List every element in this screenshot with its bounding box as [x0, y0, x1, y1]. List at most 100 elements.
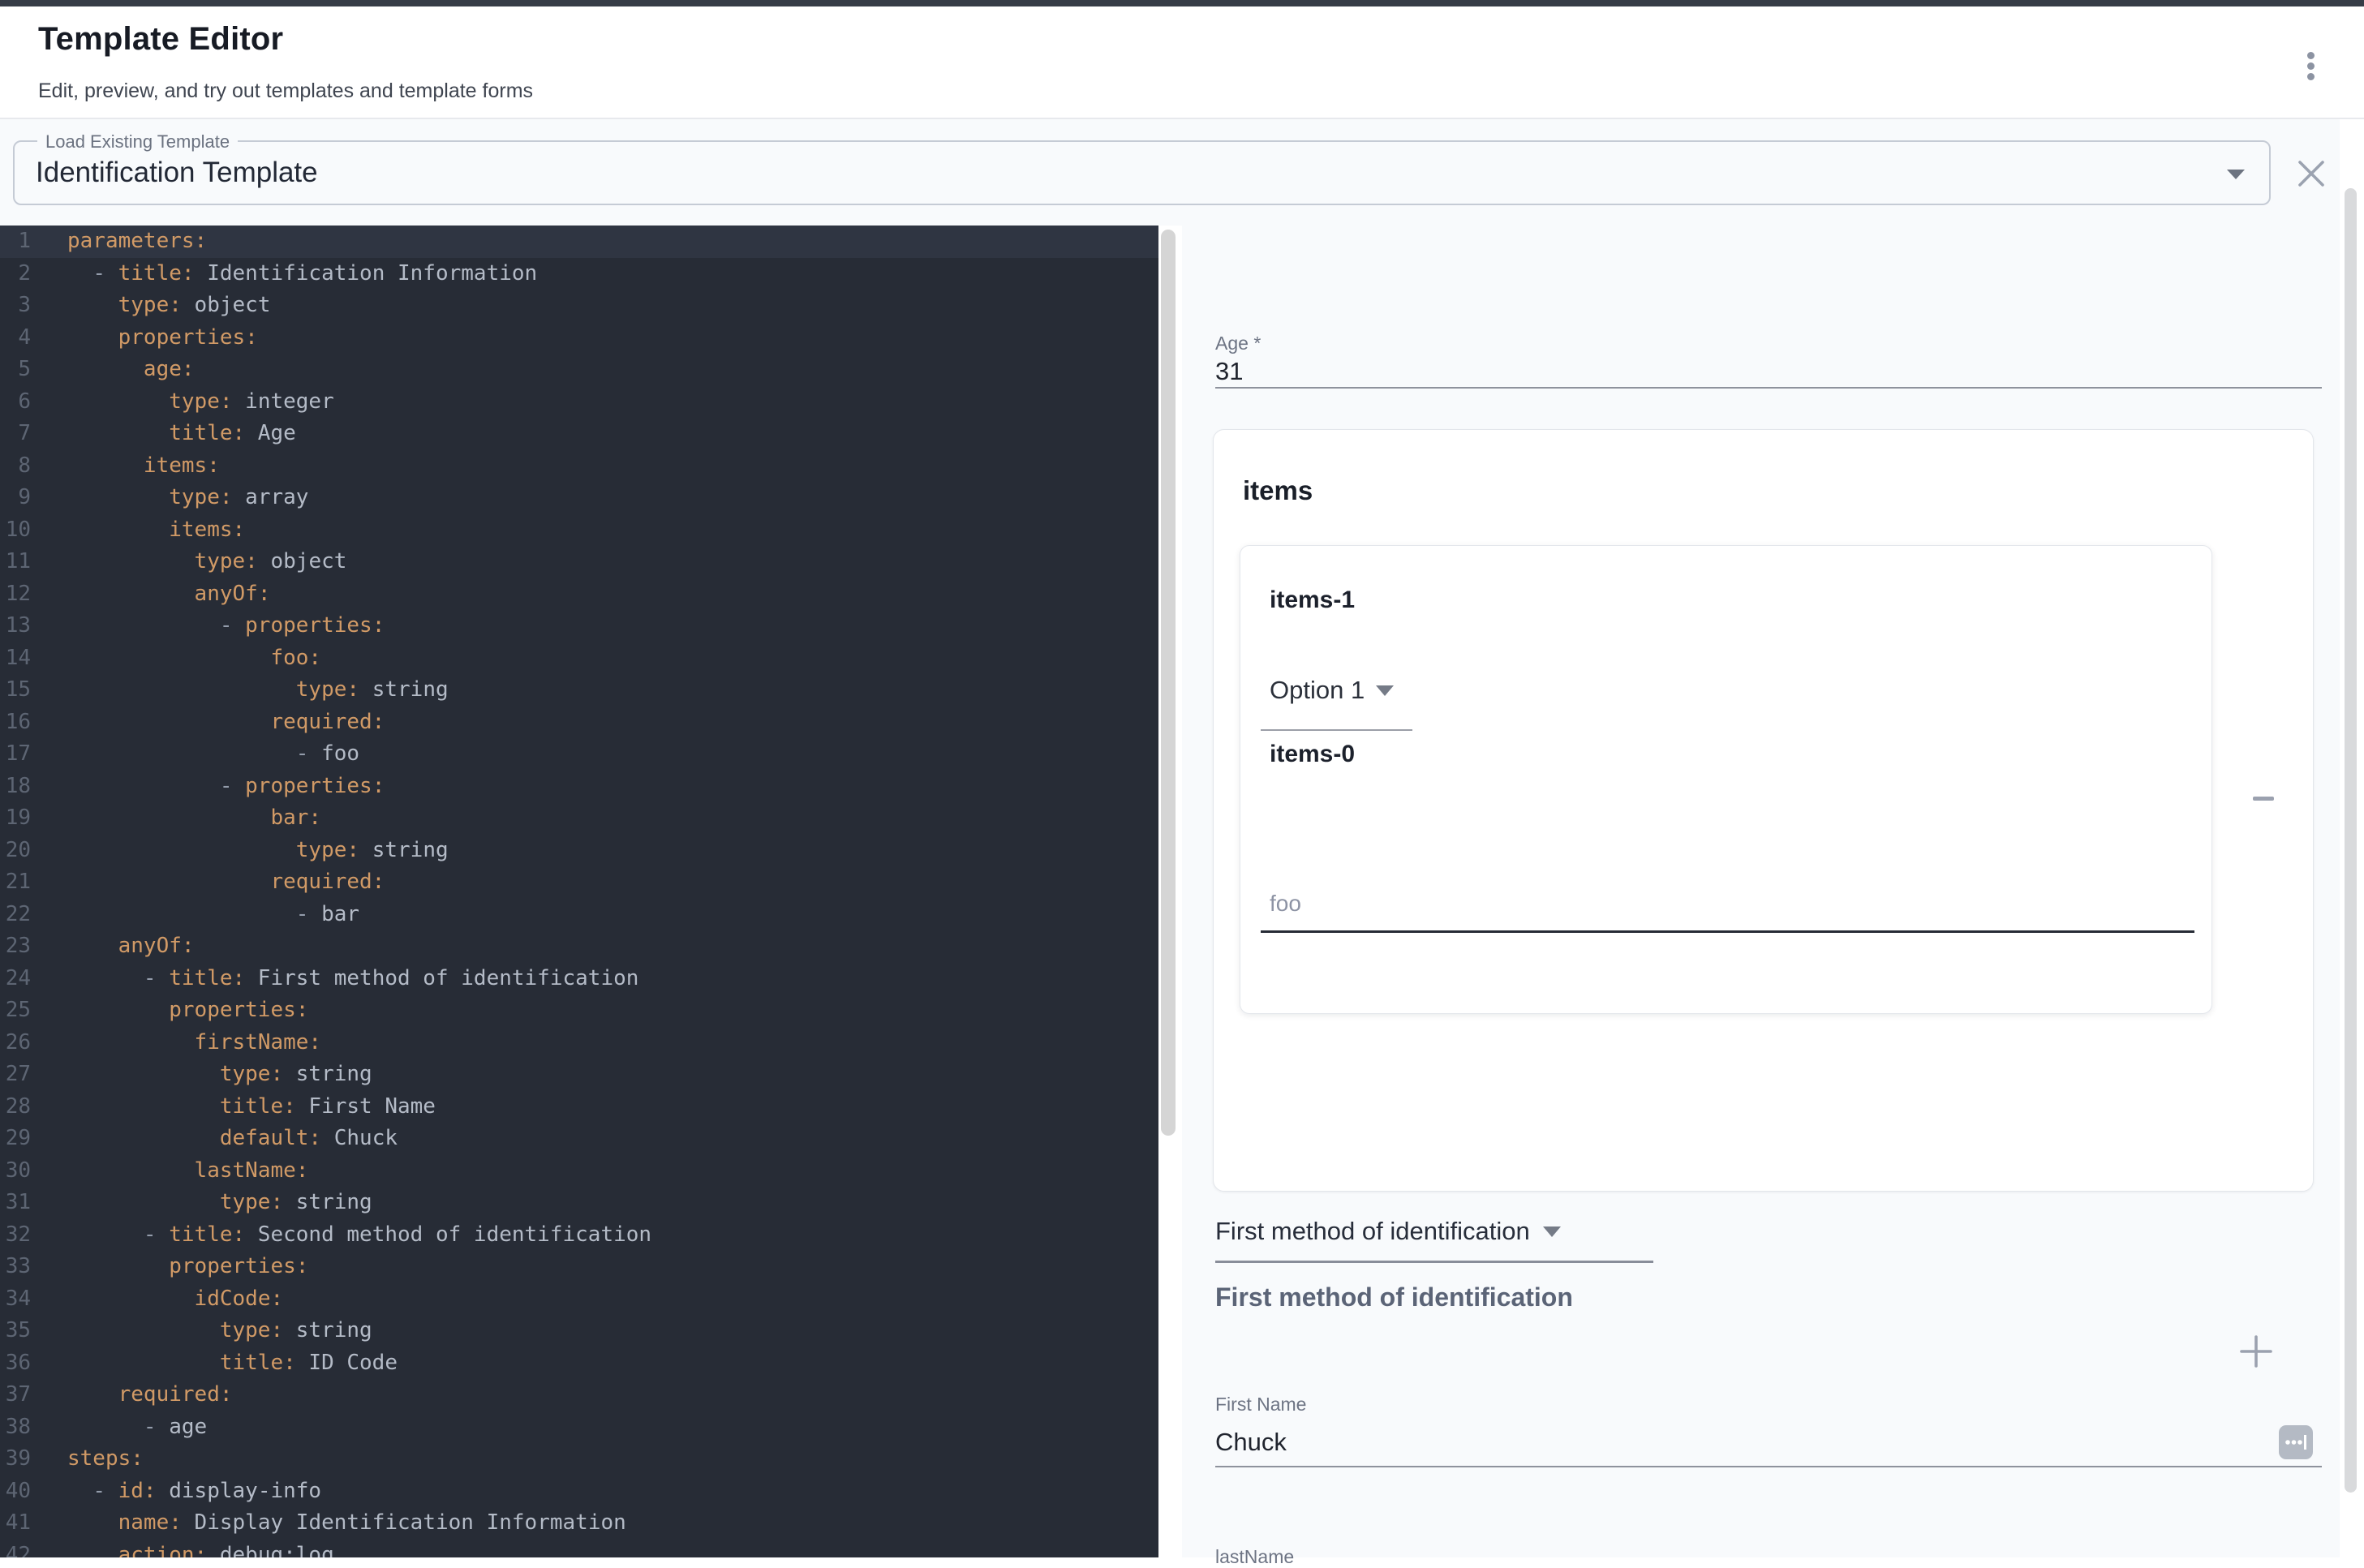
code-line[interactable]: 12 anyOf:	[0, 578, 1158, 611]
foo-input[interactable]	[1261, 883, 2194, 921]
autofill-icon[interactable]	[2279, 1425, 2313, 1459]
code-line[interactable]: 33 properties:	[0, 1251, 1158, 1283]
code-line[interactable]: 7 title: Age	[0, 418, 1158, 450]
code-line[interactable]: 29 default: Chuck	[0, 1123, 1158, 1155]
code-line[interactable]: 30 lastName:	[0, 1155, 1158, 1188]
page-title: Template Editor	[38, 21, 283, 58]
form-preview-pane: Age * 31 items items-1 Option 1 items-0 …	[1182, 226, 2340, 1557]
code-line[interactable]: 25 properties:	[0, 994, 1158, 1027]
code-line[interactable]: 2 - title: Identification Information	[0, 258, 1158, 290]
add-item-button[interactable]	[2237, 1332, 2276, 1371]
line-number: 22	[0, 899, 31, 931]
code-line[interactable]: 15 type: string	[0, 674, 1158, 707]
code-line[interactable]: 39steps:	[0, 1443, 1158, 1476]
code-line[interactable]: 13 - properties:	[0, 610, 1158, 642]
code-line-content: type: string	[31, 1315, 372, 1347]
code-line[interactable]: 14 foo:	[0, 642, 1158, 675]
code-line[interactable]: 17 - foo	[0, 738, 1158, 771]
code-line[interactable]: 32 - title: Second method of identificat…	[0, 1219, 1158, 1252]
code-line[interactable]: 40 - id: display-info	[0, 1476, 1158, 1508]
code-line[interactable]: 21 required:	[0, 866, 1158, 899]
code-line[interactable]: 27 type: string	[0, 1059, 1158, 1091]
line-number: 33	[0, 1251, 31, 1283]
line-number: 10	[0, 514, 31, 547]
code-line-content: age:	[31, 354, 195, 386]
code-line[interactable]: 35 type: string	[0, 1315, 1158, 1347]
code-line[interactable]: 22 - bar	[0, 899, 1158, 931]
code-line[interactable]: 28 title: First Name	[0, 1091, 1158, 1123]
code-line[interactable]: 41 name: Display Identification Informat…	[0, 1507, 1158, 1540]
code-line-content: properties:	[31, 322, 258, 354]
code-line[interactable]: 11 type: object	[0, 546, 1158, 578]
code-line-content: properties:	[31, 994, 308, 1027]
window-top-strip	[0, 0, 2364, 6]
line-number: 18	[0, 771, 31, 803]
code-line[interactable]: 19 bar:	[0, 802, 1158, 835]
line-number: 26	[0, 1027, 31, 1059]
clear-template-button[interactable]	[2294, 157, 2328, 191]
line-number: 38	[0, 1411, 31, 1444]
age-input[interactable]: 31	[1215, 357, 2270, 386]
code-line[interactable]: 16 required:	[0, 707, 1158, 739]
load-template-select[interactable]: Load Existing Template Identification Te…	[13, 140, 2271, 205]
code-line-content: properties:	[31, 1251, 308, 1283]
code-line[interactable]: 5 age:	[0, 354, 1158, 386]
items-card-title: items	[1243, 475, 1313, 506]
line-number: 19	[0, 802, 31, 835]
code-line-content: type: string	[31, 674, 449, 707]
code-line[interactable]: 18 - properties:	[0, 771, 1158, 803]
method-select-underline	[1215, 1261, 1653, 1263]
kebab-menu-icon[interactable]	[2291, 45, 2330, 91]
code-line-content: type: string	[31, 1059, 372, 1091]
code-line-content: - foo	[31, 738, 359, 771]
remove-item-button[interactable]	[2244, 779, 2283, 818]
line-number: 36	[0, 1347, 31, 1380]
code-line[interactable]: 3 type: object	[0, 290, 1158, 322]
first-name-label: First Name	[1215, 1394, 1306, 1415]
chevron-down-icon	[2227, 170, 2245, 179]
code-line[interactable]: 6 type: integer	[0, 386, 1158, 419]
page-scrollbar-thumb[interactable]	[2345, 188, 2357, 1493]
first-name-input[interactable]: Chuck	[1215, 1428, 2229, 1457]
line-number: 27	[0, 1059, 31, 1091]
code-line-content: action: debug:log	[31, 1540, 334, 1558]
method-select[interactable]: First method of identification	[1215, 1217, 1561, 1246]
code-line[interactable]: 10 items:	[0, 514, 1158, 547]
code-line[interactable]: 24 - title: First method of identificati…	[0, 963, 1158, 995]
line-number: 41	[0, 1507, 31, 1540]
code-line[interactable]: 31 type: string	[0, 1187, 1158, 1219]
editor-scroll-track	[1158, 226, 1182, 1557]
code-line-content: type: string	[31, 835, 449, 867]
editor-scrollbar-thumb[interactable]	[1161, 230, 1176, 1136]
code-line[interactable]: 26 firstName:	[0, 1027, 1158, 1059]
line-number: 39	[0, 1443, 31, 1476]
code-line[interactable]: 34 idCode:	[0, 1283, 1158, 1316]
code-line[interactable]: 42 action: debug:log	[0, 1540, 1158, 1558]
code-line-content: name: Display Identification Information	[31, 1507, 626, 1540]
line-number: 11	[0, 546, 31, 578]
variant-select[interactable]: Option 1	[1270, 676, 1394, 705]
line-number: 34	[0, 1283, 31, 1316]
code-line[interactable]: 20 type: string	[0, 835, 1158, 867]
code-line-content: - properties:	[31, 610, 385, 642]
code-line[interactable]: 36 title: ID Code	[0, 1347, 1158, 1380]
line-number: 35	[0, 1315, 31, 1347]
line-number: 23	[0, 930, 31, 963]
code-line[interactable]: 23 anyOf:	[0, 930, 1158, 963]
code-line[interactable]: 37 required:	[0, 1379, 1158, 1411]
first-name-underline	[1215, 1466, 2322, 1467]
line-number: 24	[0, 963, 31, 995]
code-line-content: idCode:	[31, 1283, 283, 1316]
code-line[interactable]: 4 properties:	[0, 322, 1158, 354]
foo-input-label: foo	[1270, 891, 1301, 917]
code-lines: 1parameters:2 - title: Identification In…	[0, 226, 1158, 1557]
code-line[interactable]: 9 type: array	[0, 482, 1158, 514]
code-line[interactable]: 1parameters:	[0, 226, 1158, 258]
yaml-code-editor[interactable]: 1parameters:2 - title: Identification In…	[0, 226, 1158, 1557]
line-number: 40	[0, 1476, 31, 1508]
header: Template Editor Edit, preview, and try o…	[0, 6, 2364, 118]
code-line[interactable]: 38 - age	[0, 1411, 1158, 1444]
items-entry-card: items-1 Option 1 items-0 foo	[1240, 545, 2212, 1014]
code-line[interactable]: 8 items:	[0, 450, 1158, 483]
line-number: 8	[0, 450, 31, 483]
